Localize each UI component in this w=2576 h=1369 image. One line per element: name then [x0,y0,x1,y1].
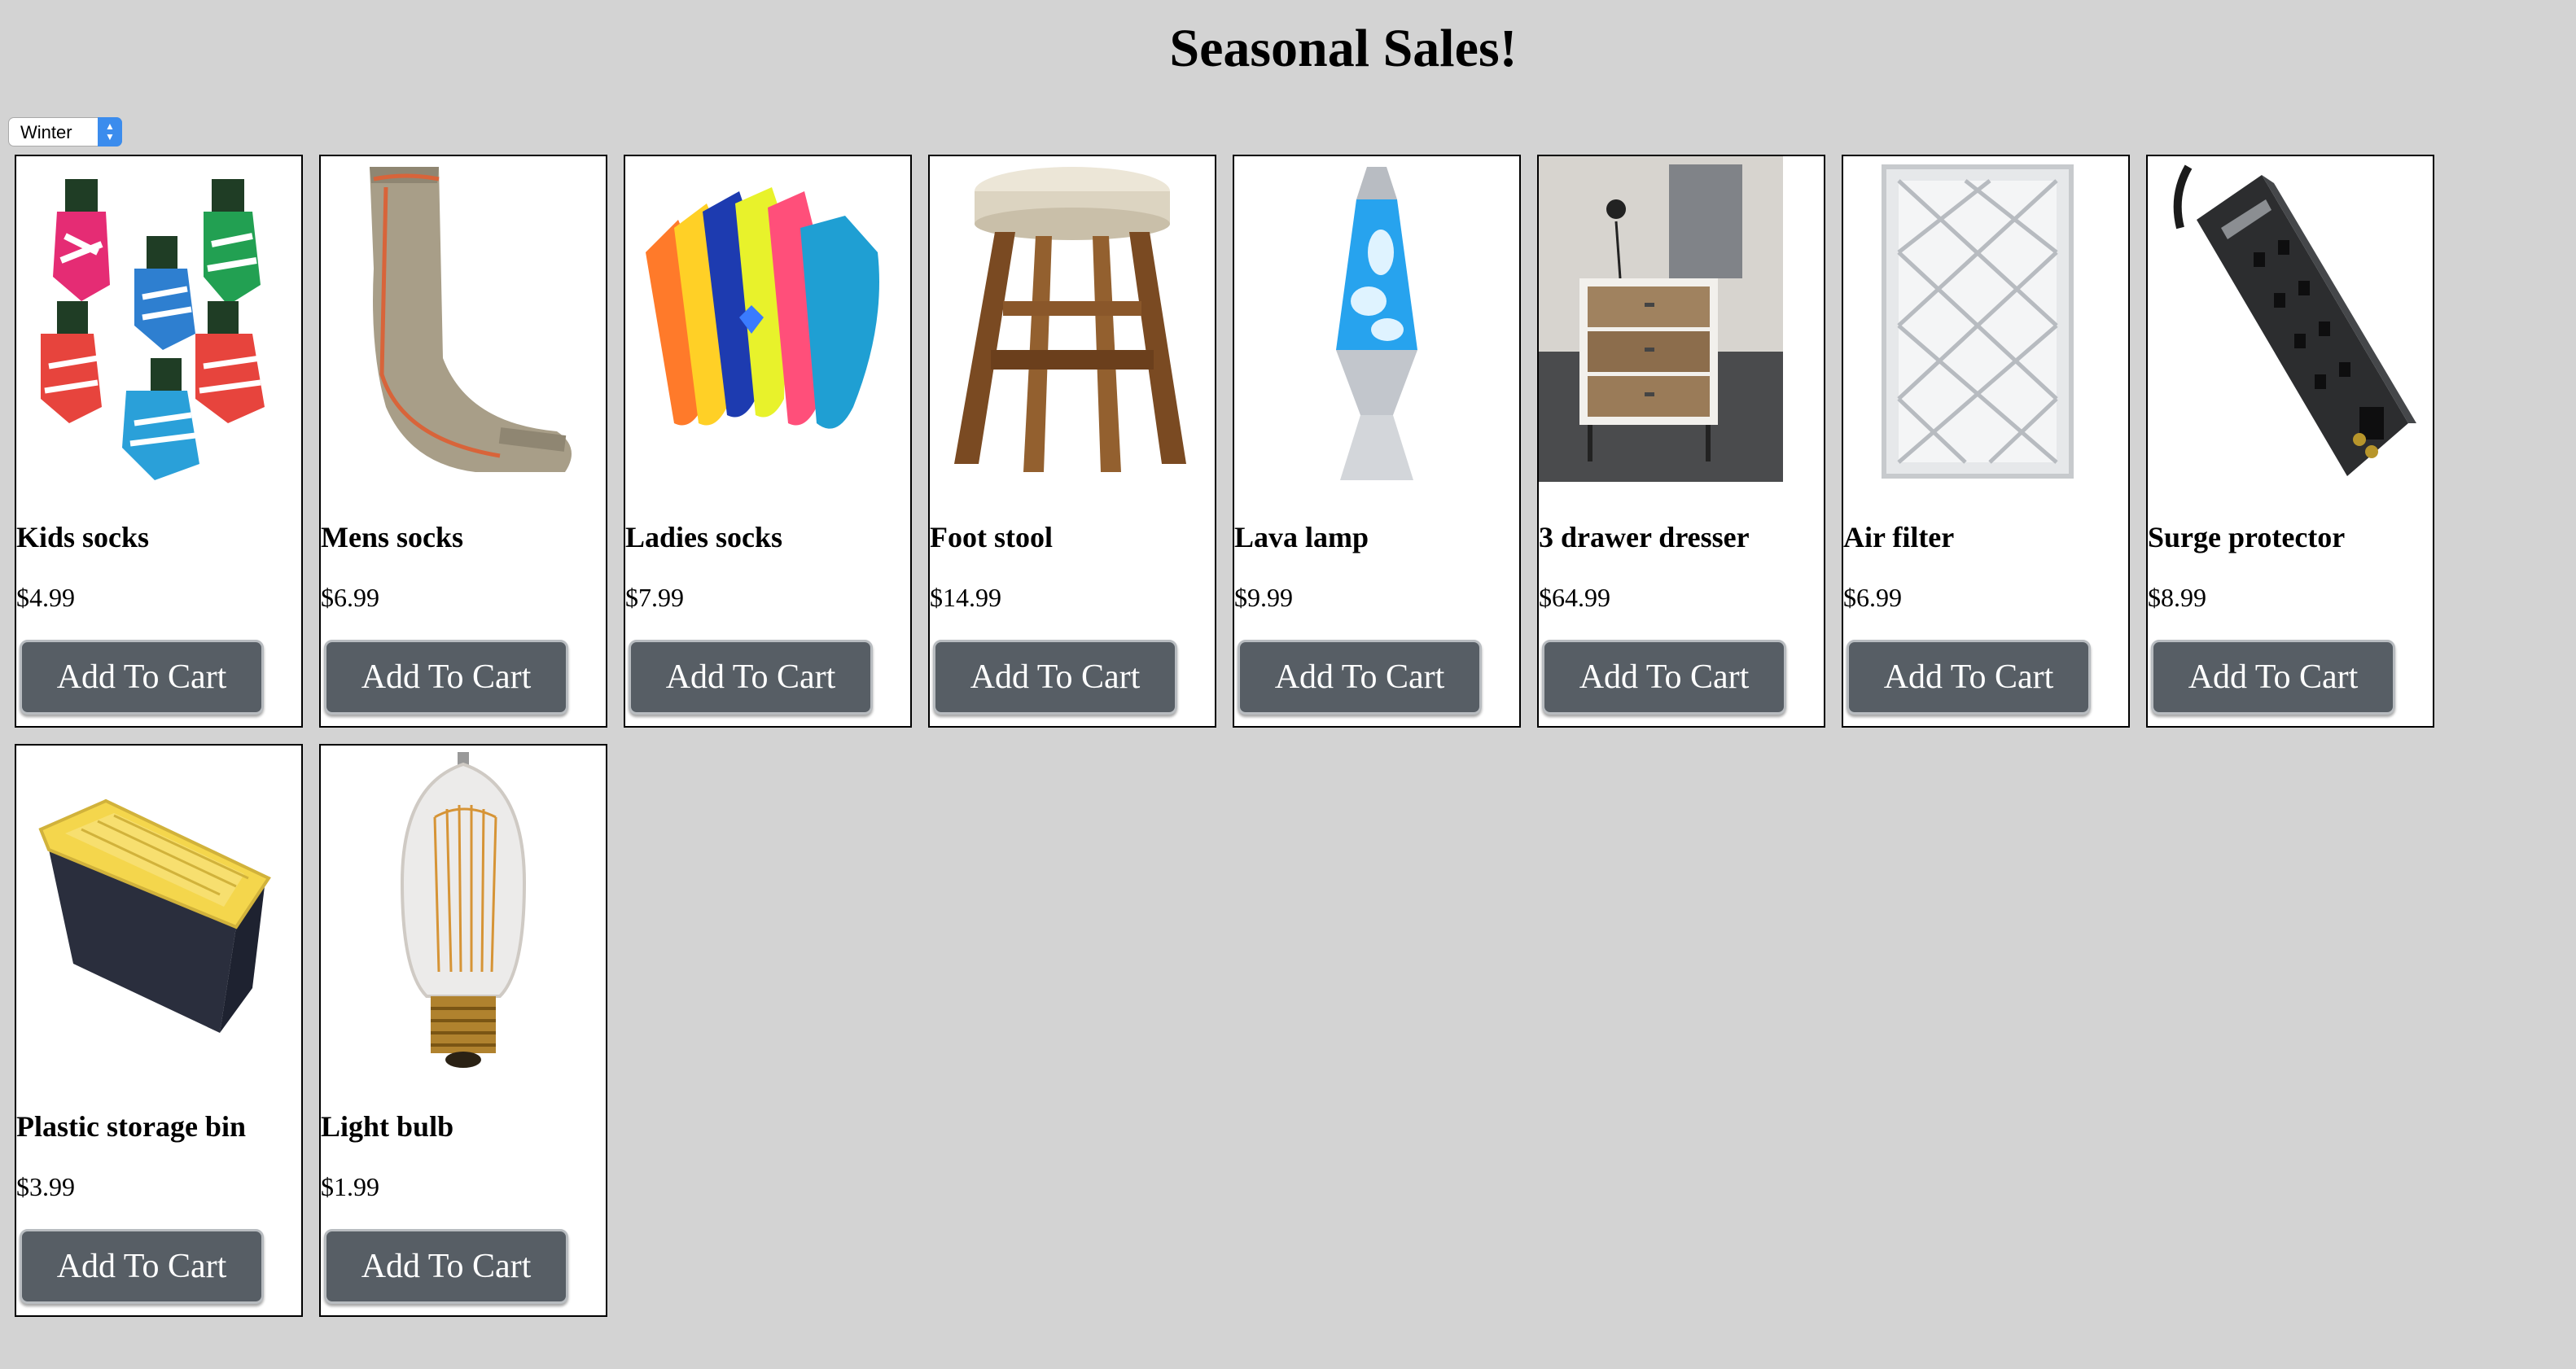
product-name: Light bulb [321,1110,454,1143]
product-name: Kids socks [16,521,150,553]
product-name: 3 drawer dresser [1539,521,1750,553]
product-name: Air filter [1843,521,1955,553]
add-to-cart-button[interactable]: Add To Cart [1847,640,2091,715]
power-strip-icon [2148,156,2433,487]
product-card: Kids socks $4.99 Add To Cart [15,155,303,728]
season-select[interactable]: Winter ▲ ▼ [8,117,122,147]
storage-bin-icon [16,746,301,1076]
add-to-cart-button[interactable]: Add To Cart [1238,640,1482,715]
product-name: Plastic storage bin [16,1110,246,1143]
add-to-cart-button[interactable]: Add To Cart [324,1229,568,1304]
mens-sock-icon [321,156,606,487]
product-card: Light bulb $1.99 Add To Cart [319,744,607,1317]
product-name: Ladies socks [625,521,783,553]
product-card: Surge protector $8.99 Add To Cart [2146,155,2434,728]
add-to-cart-button[interactable]: Add To Cart [933,640,1177,715]
select-arrows-icon: ▲ ▼ [98,117,122,147]
light-bulb-icon [321,746,606,1076]
product-grid: Kids socks $4.99 Add To Cart Mens socks … [15,155,2457,1317]
product-name: Surge protector [2148,521,2346,553]
product-card: 3 drawer dresser $64.99 Add To Cart [1537,155,1825,728]
product-card: Mens socks $6.99 Add To Cart [319,155,607,728]
product-card: Ladies socks $7.99 Add To Cart [624,155,912,728]
product-price: $1.99 [321,1172,379,1201]
product-price: $4.99 [16,583,75,612]
product-name: Foot stool [930,521,1053,553]
product-name: Lava lamp [1234,521,1369,553]
add-to-cart-button[interactable]: Add To Cart [629,640,873,715]
season-select-value: Winter [20,122,72,142]
add-to-cart-button[interactable]: Add To Cart [20,640,264,715]
product-card: Air filter $6.99 Add To Cart [1842,155,2130,728]
lava-lamp-icon [1234,156,1519,487]
product-price: $6.99 [321,583,379,612]
product-price: $9.99 [1234,583,1293,612]
product-price: $6.99 [1843,583,1902,612]
add-to-cart-button[interactable]: Add To Cart [324,640,568,715]
add-to-cart-button[interactable]: Add To Cart [20,1229,264,1304]
product-card: Lava lamp $9.99 Add To Cart [1233,155,1521,728]
add-to-cart-button[interactable]: Add To Cart [1542,640,1786,715]
product-price: $14.99 [930,583,1001,612]
stool-icon [930,156,1215,487]
product-price: $7.99 [625,583,684,612]
add-to-cart-button[interactable]: Add To Cart [2151,640,2395,715]
air-filter-icon [1843,156,2128,487]
ladies-socks-icon [625,156,910,487]
dresser-icon [1539,156,1824,487]
product-price: $64.99 [1539,583,1610,612]
product-price: $3.99 [16,1172,75,1201]
page-title: Seasonal Sales! [1169,19,1518,78]
product-card: Plastic storage bin $3.99 Add To Cart [15,744,303,1317]
kids-socks-icon [16,156,301,487]
product-card: Foot stool $14.99 Add To Cart [928,155,1216,728]
product-name: Mens socks [321,521,464,553]
product-price: $8.99 [2148,583,2206,612]
